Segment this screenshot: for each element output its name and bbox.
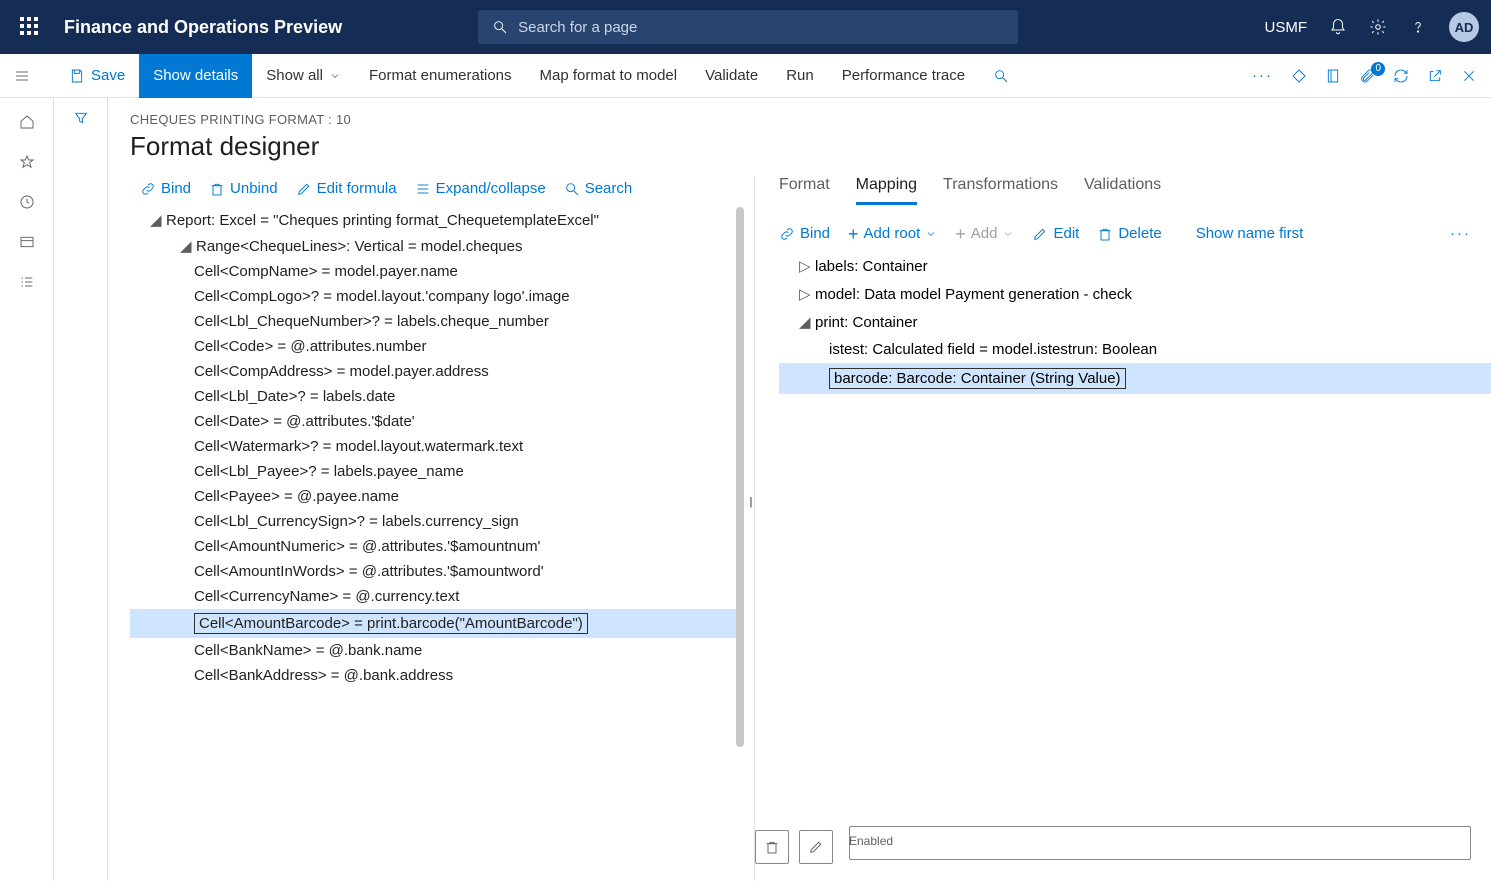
home-icon[interactable] (19, 114, 35, 130)
delete-icon-button[interactable] (755, 830, 789, 864)
status-bar: Enabled (755, 823, 1471, 871)
modules-icon[interactable] (19, 274, 35, 290)
gear-icon[interactable] (1369, 18, 1387, 36)
tree-root[interactable]: ◢Report: Excel = "Cheques printing forma… (130, 207, 744, 233)
tab-validations[interactable]: Validations (1084, 176, 1161, 205)
tree-item[interactable]: Cell<Watermark>? = model.layout.watermar… (130, 434, 744, 459)
filter-icon[interactable] (73, 110, 89, 126)
command-bar: Save Show details Show all Format enumer… (0, 54, 1491, 98)
validate-button[interactable]: Validate (691, 54, 772, 98)
tree-item[interactable]: Cell<Code> = @.attributes.number (130, 334, 744, 359)
app-title: Finance and Operations Preview (64, 17, 342, 38)
find-button[interactable] (979, 54, 1023, 98)
tab-format[interactable]: Format (779, 176, 830, 205)
app-launcher-icon[interactable] (20, 17, 40, 37)
attachments-button[interactable]: 0 (1359, 68, 1375, 84)
global-header: Finance and Operations Preview USMF AD (0, 0, 1491, 54)
tree-item[interactable]: Cell<Lbl_CurrencySign>? = labels.currenc… (130, 509, 744, 534)
tree-item[interactable]: Cell<BankName> = @.bank.name (130, 638, 744, 663)
tree-item[interactable]: Cell<Lbl_ChequeNumber>? = labels.cheque_… (130, 309, 744, 334)
scrollbar[interactable] (736, 207, 744, 747)
company-code[interactable]: USMF (1265, 19, 1308, 36)
bind-button[interactable]: Bind (779, 225, 830, 242)
global-search[interactable] (478, 10, 1018, 44)
overflow-menu[interactable]: ··· (1252, 67, 1273, 84)
popout-icon[interactable] (1427, 68, 1443, 84)
tree-node-labels[interactable]: ▷labels: Container (779, 252, 1491, 280)
search-input[interactable] (518, 19, 1004, 36)
tree-item[interactable]: Cell<AmountBarcode> = print.barcode("Amo… (130, 609, 744, 638)
tree-item[interactable]: Cell<CompLogo>? = model.layout.'company … (130, 284, 744, 309)
tree-item[interactable]: Cell<CompName> = model.payer.name (130, 259, 744, 284)
format-enumerations-button[interactable]: Format enumerations (355, 54, 526, 98)
delete-button[interactable]: Delete (1097, 225, 1161, 242)
left-nav-rail (0, 98, 54, 881)
office-icon[interactable] (1325, 68, 1341, 84)
diamond-icon[interactable] (1291, 68, 1307, 84)
save-button[interactable]: Save (55, 54, 139, 98)
refresh-icon[interactable] (1393, 68, 1409, 84)
edit-icon-button[interactable] (799, 830, 833, 864)
hamburger-icon[interactable] (14, 68, 30, 84)
page-title: Format designer (130, 131, 1491, 162)
performance-trace-button[interactable]: Performance trace (828, 54, 979, 98)
show-name-first-button[interactable]: Show name first (1196, 225, 1304, 242)
search-icon (492, 19, 508, 35)
tab-mapping[interactable]: Mapping (856, 176, 917, 205)
tree-item[interactable]: Cell<BankAddress> = @.bank.address (130, 663, 744, 688)
tree-item[interactable]: Cell<Lbl_Date>? = labels.date (130, 384, 744, 409)
bell-icon[interactable] (1329, 18, 1347, 36)
filter-column (54, 98, 108, 881)
mapping-toolbar: Bind +Add root +Add Edit Delete Show nam… (779, 211, 1491, 252)
tree-node-model[interactable]: ▷model: Data model Payment generation - … (779, 280, 1491, 308)
expand-collapse-button[interactable]: Expand/collapse (415, 180, 546, 197)
close-icon[interactable] (1461, 68, 1477, 84)
mapping-tree[interactable]: ▷labels: Container ▷model: Data model Pa… (779, 252, 1491, 394)
chevron-down-icon (329, 70, 341, 82)
run-button[interactable]: Run (772, 54, 828, 98)
overflow-menu[interactable]: ··· (1450, 225, 1471, 242)
format-toolbar: Bind Unbind Edit formula Expand/collapse… (130, 176, 744, 207)
enabled-field[interactable] (849, 826, 1471, 860)
add-button: +Add (955, 225, 1014, 242)
map-format-button[interactable]: Map format to model (526, 54, 692, 98)
unbind-button[interactable]: Unbind (209, 180, 278, 197)
clock-icon[interactable] (19, 194, 35, 210)
right-tabs: Format Mapping Transformations Validatio… (779, 176, 1491, 211)
tree-item[interactable]: Cell<Date> = @.attributes.'$date' (130, 409, 744, 434)
format-tree[interactable]: ◢Report: Excel = "Cheques printing forma… (130, 207, 744, 881)
tree-node-istest[interactable]: istest: Calculated field = model.istestr… (779, 336, 1491, 363)
search-button[interactable]: Search (564, 180, 633, 197)
tree-item[interactable]: Cell<Lbl_Payee>? = labels.payee_name (130, 459, 744, 484)
tab-transformations[interactable]: Transformations (943, 176, 1058, 205)
edit-formula-button[interactable]: Edit formula (296, 180, 397, 197)
workspace-icon[interactable] (19, 234, 35, 250)
tree-item[interactable]: Cell<Payee> = @.payee.name (130, 484, 744, 509)
tree-node-barcode[interactable]: barcode: Barcode: Container (String Valu… (779, 363, 1491, 394)
tree-item[interactable]: Cell<AmountNumeric> = @.attributes.'$amo… (130, 534, 744, 559)
tree-range[interactable]: ◢Range<ChequeLines>: Vertical = model.ch… (130, 233, 744, 259)
tree-item[interactable]: Cell<CurrencyName> = @.currency.text (130, 584, 744, 609)
show-details-button[interactable]: Show details (139, 54, 252, 98)
edit-button[interactable]: Edit (1032, 225, 1079, 242)
help-icon[interactable] (1409, 18, 1427, 36)
tree-node-print[interactable]: ◢print: Container (779, 308, 1491, 336)
star-icon[interactable] (19, 154, 35, 170)
add-root-button[interactable]: +Add root (848, 225, 937, 242)
tree-item[interactable]: Cell<AmountInWords> = @.attributes.'$amo… (130, 559, 744, 584)
user-avatar[interactable]: AD (1449, 12, 1479, 42)
show-all-button[interactable]: Show all (252, 54, 355, 98)
breadcrumb: CHEQUES PRINTING FORMAT : 10 (130, 112, 1491, 127)
splitter[interactable]: || (749, 496, 751, 508)
bind-button[interactable]: Bind (140, 180, 191, 197)
tree-item[interactable]: Cell<CompAddress> = model.payer.address (130, 359, 744, 384)
